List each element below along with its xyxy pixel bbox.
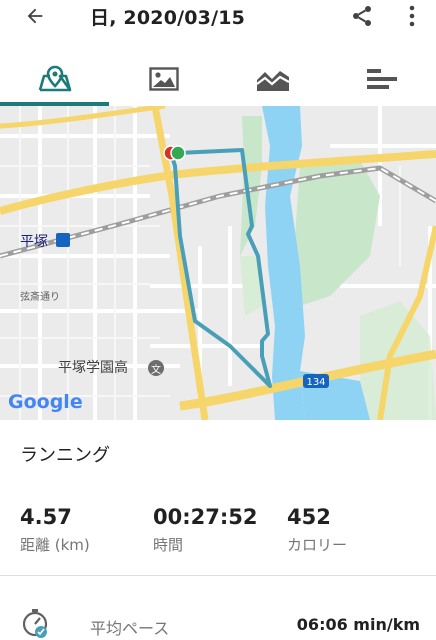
page-title: 日, 2020/03/15 bbox=[90, 7, 246, 29]
stat-distance-value: 4.57 bbox=[20, 505, 72, 529]
map-label-station: 平塚 bbox=[20, 234, 48, 250]
map-route-shield: 134 bbox=[306, 377, 325, 388]
route-map[interactable]: 文 平塚 弦斎通り 平塚学園高 134 Google bbox=[0, 106, 436, 420]
map-icon bbox=[38, 65, 71, 92]
tab-map[interactable] bbox=[0, 52, 109, 106]
stat-duration-label: 時間 bbox=[153, 536, 184, 554]
more-options-button[interactable] bbox=[401, 2, 423, 30]
share-button[interactable] bbox=[348, 2, 376, 30]
pace-label: 平均ペース bbox=[90, 619, 170, 638]
stat-calories-value: 452 bbox=[287, 505, 331, 529]
tab-charts[interactable] bbox=[218, 52, 327, 106]
arrow-back-icon bbox=[27, 8, 43, 24]
activity-type: ランニング bbox=[20, 445, 110, 466]
pace-row: 平均ペース 06:06 min/km bbox=[0, 600, 436, 640]
share-icon bbox=[353, 6, 371, 26]
tab-photos[interactable] bbox=[109, 52, 218, 106]
pace-value: 06:06 min/km bbox=[296, 615, 420, 634]
map-label-road: 弦斎通り bbox=[20, 290, 60, 303]
back-button[interactable] bbox=[20, 2, 50, 30]
map-school-marker: 文 bbox=[151, 363, 161, 376]
image-icon bbox=[148, 67, 179, 91]
list-icon bbox=[366, 69, 397, 89]
stat-distance-label: 距離 (km) bbox=[20, 536, 90, 554]
map-label-school: 平塚学園高 bbox=[58, 359, 128, 376]
stat-calories-label: カロリー bbox=[287, 536, 348, 554]
tab-bar bbox=[0, 52, 436, 106]
divider bbox=[0, 575, 436, 576]
chart-icon bbox=[255, 71, 290, 91]
more-vert-icon bbox=[409, 5, 415, 27]
tab-details[interactable] bbox=[327, 52, 436, 106]
stat-duration: 00:27:52 時間 bbox=[153, 504, 257, 555]
stat-calories: 452 カロリー bbox=[287, 504, 347, 555]
stat-distance: 4.57 距離 (km) bbox=[20, 504, 90, 555]
stat-duration-value: 00:27:52 bbox=[153, 505, 258, 529]
app-bar: 日, 2020/03/15 bbox=[0, 0, 436, 36]
pace-icon bbox=[22, 609, 48, 638]
google-logo: Google bbox=[8, 391, 83, 413]
